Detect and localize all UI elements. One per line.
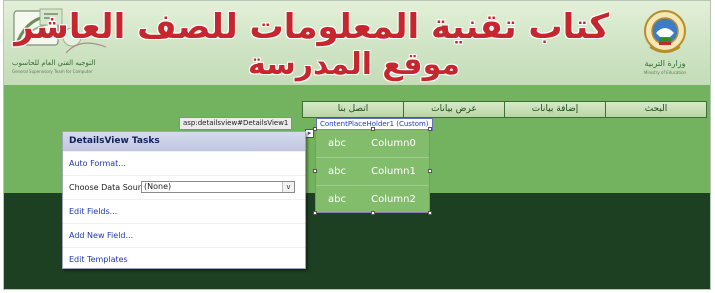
- book-title: كتاب تقنية المعلومات للصف العاشر: [14, 7, 609, 47]
- resize-handle-top-right[interactable]: [428, 127, 432, 131]
- ministry-name: وزارة التربية: [644, 59, 686, 68]
- resize-handle-bottom-middle[interactable]: [371, 211, 375, 215]
- choose-data-source-row: Choose Data Source: (None) v: [63, 175, 305, 199]
- row-field-name: Column1: [371, 166, 416, 177]
- page-frame: التوجيه الفني العام للحاسوب General Supe…: [3, 0, 711, 290]
- resize-handle-middle-left[interactable]: [313, 169, 317, 173]
- row-field-name: Column2: [371, 194, 416, 205]
- data-source-dropdown[interactable]: (None) v: [141, 181, 295, 193]
- resize-handle-bottom-right[interactable]: [428, 211, 432, 215]
- add-new-field-link[interactable]: Add New Field...: [63, 223, 305, 247]
- nav-item-contact[interactable]: اتصل بنا: [303, 102, 403, 117]
- row-field-name: Column0: [371, 138, 416, 149]
- details-row: abc Column2: [316, 186, 429, 213]
- left-logo-tagline: General Supervisory Team for Computer: [12, 69, 93, 74]
- resize-handle-bottom-left[interactable]: [313, 211, 317, 215]
- nav-item-view-data[interactable]: عرض بيانات: [403, 102, 504, 117]
- resize-handle-middle-right[interactable]: [428, 169, 432, 173]
- detailsview-designer-tag: asp:detailsview#DetailsView1: [179, 117, 293, 130]
- row-value: abc: [328, 194, 346, 205]
- detailsview-tasks-panel: DetailsView Tasks Auto Format... Choose …: [62, 131, 306, 269]
- details-row: abc Column0: [316, 130, 429, 158]
- smart-tag-arrow-icon[interactable]: ▸: [305, 129, 314, 138]
- site-title: موقع المدرسة: [248, 47, 460, 82]
- main-navigation: اتصل بنا عرض بيانات إضافة بيانات البحث: [302, 101, 707, 118]
- details-row: abc Column1: [316, 158, 429, 186]
- auto-format-link[interactable]: Auto Format...: [63, 151, 305, 175]
- edit-fields-link[interactable]: Edit Fields...: [63, 199, 305, 223]
- ministry-subtitle: Ministry of Education: [643, 70, 687, 75]
- nav-item-search[interactable]: البحث: [605, 102, 706, 117]
- resize-handle-top-middle[interactable]: [371, 127, 375, 131]
- tasks-panel-title: DetailsView Tasks: [63, 132, 305, 151]
- row-value: abc: [328, 166, 346, 177]
- data-source-value: (None): [144, 182, 172, 191]
- nav-item-add-data[interactable]: إضافة بيانات: [504, 102, 605, 117]
- left-logo-caption: التوجيه الفني العام للحاسوب: [12, 59, 96, 67]
- ministry-of-education-logo: وزارة التربية Ministry of Education: [630, 7, 700, 79]
- row-value: abc: [328, 138, 346, 149]
- chevron-down-icon[interactable]: v: [282, 182, 294, 192]
- edit-templates-link[interactable]: Edit Templates: [63, 247, 305, 271]
- site-header-banner: التوجيه الفني العام للحاسوب General Supe…: [4, 1, 710, 85]
- details-view-grid[interactable]: abc Column0 abc Column1 abc Column2: [315, 129, 430, 213]
- emblem-icon: [644, 10, 686, 53]
